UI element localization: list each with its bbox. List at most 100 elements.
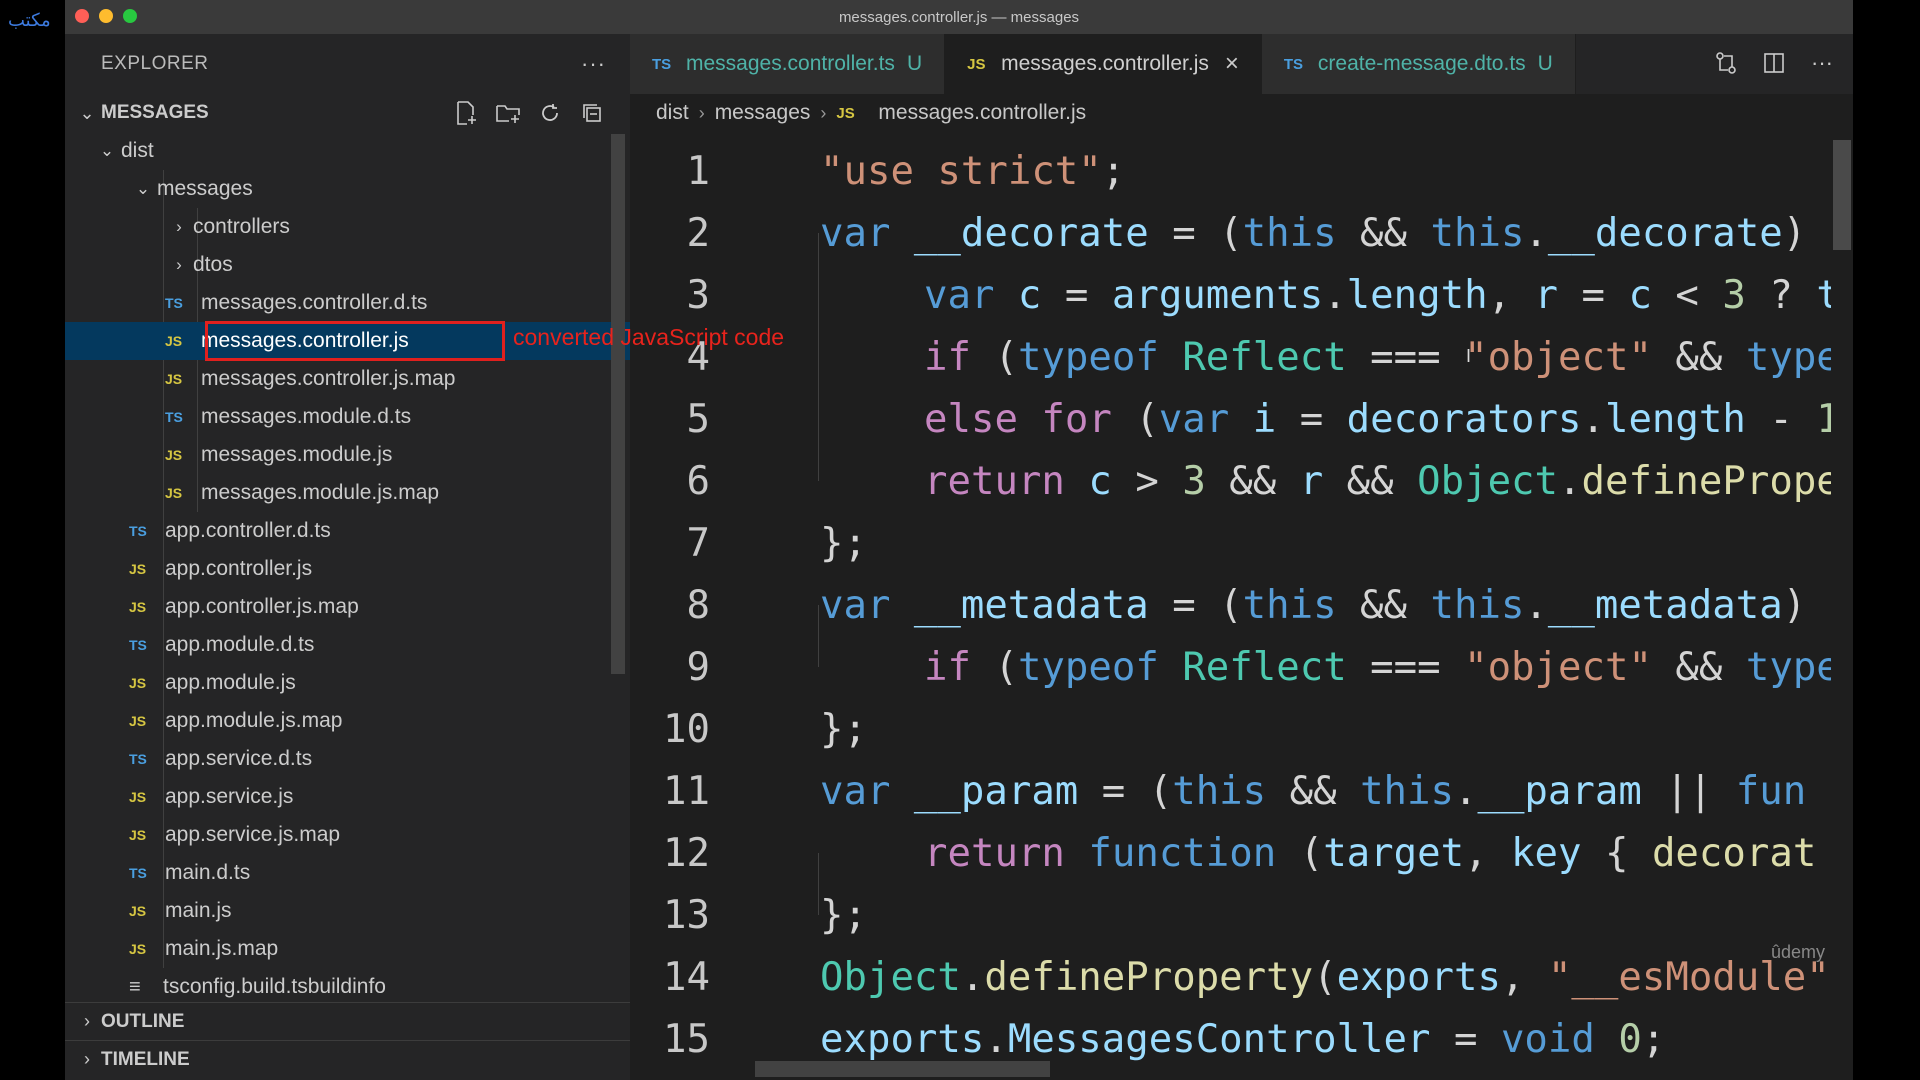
code-line[interactable]: 2 var __decorate = (this && this.__decora…: [630, 202, 1853, 264]
code-line[interactable]: 5 else for (var i = decorators.length - 1: [630, 388, 1853, 450]
code-line[interactable]: 7};: [630, 512, 1853, 574]
tree-file[interactable]: JS main.js.map: [65, 930, 630, 968]
tree-file[interactable]: TS messages.module.d.ts: [65, 398, 630, 436]
ts-file-icon: TS: [129, 865, 147, 881]
close-tab-icon[interactable]: ×: [1225, 50, 1239, 78]
tree-folder-controllers[interactable]: › controllers: [65, 208, 630, 246]
tree-file[interactable]: TS messages.controller.d.ts: [65, 284, 630, 322]
line-number: 1: [686, 148, 710, 194]
code-text: };: [820, 521, 867, 566]
tree-file[interactable]: JS app.module.js: [65, 664, 630, 702]
code-line[interactable]: 13};: [630, 884, 1853, 946]
code-token: "use strict": [820, 148, 1102, 194]
tree-file[interactable]: TS app.controller.d.ts: [65, 512, 630, 550]
tree-folder-dist[interactable]: ⌄ dist: [65, 132, 630, 170]
file-label: app.module.d.ts: [165, 633, 315, 656]
code-token: function: [1088, 830, 1300, 876]
tree-file[interactable]: TS app.service.d.ts: [65, 740, 630, 778]
tree-file[interactable]: JS app.service.js.map: [65, 816, 630, 854]
breadcrumb-item[interactable]: messages: [715, 101, 811, 125]
timeline-section-header[interactable]: › TIMELINE: [65, 1040, 630, 1078]
code-line[interactable]: 14 Object.defineProperty(exports, "__esMo…: [630, 946, 1853, 1008]
compare-changes-icon[interactable]: [1713, 50, 1739, 76]
tab-create-message-dto-ts[interactable]: TS create-message.dto.ts U: [1261, 34, 1576, 94]
code-line[interactable]: 10};: [630, 698, 1853, 760]
code-line[interactable]: 3 var c = arguments.length, r = c < 3 ? t: [630, 264, 1853, 326]
tree-file-selected[interactable]: JS messages.controller.js converted Java…: [65, 321, 784, 361]
tree-file[interactable]: JS messages.controller.js.map: [65, 360, 630, 398]
tree-file[interactable]: JS app.service.js: [65, 778, 630, 816]
code-token: r: [1534, 272, 1559, 318]
code-line[interactable]: 11 var __param = (this && this.__param ||…: [630, 760, 1853, 822]
code-token: var: [820, 582, 914, 628]
ts-file-icon: TS: [129, 637, 147, 653]
code-text: "use strict";: [820, 149, 1149, 194]
code-line[interactable]: 8 var __metadata = (this && this.__metada…: [630, 574, 1853, 636]
code-token: Reflect: [1182, 334, 1347, 380]
breadcrumb-item[interactable]: messages.controller.js: [878, 101, 1086, 125]
line-number: 5: [686, 396, 710, 442]
code-token: Object: [1417, 458, 1559, 504]
js-file-icon: JS: [129, 789, 147, 805]
new-file-icon[interactable]: [452, 100, 480, 126]
tab-messages-controller-ts[interactable]: TS messages.controller.ts U: [630, 34, 946, 94]
code-editor[interactable]: 1 "use strict"; 2 var __decorate = (this &…: [630, 140, 1853, 1080]
more-actions-icon[interactable]: ···: [1809, 50, 1835, 76]
code-text: var c = arguments.length, r = c < 3 ? t: [924, 273, 1840, 318]
tree-file[interactable]: TS app.module.d.ts: [65, 626, 630, 664]
breadcrumb-item[interactable]: dist: [656, 101, 689, 125]
code-line[interactable]: 12 return function (target, key { decorat: [630, 822, 1853, 884]
workspace-section-header[interactable]: ⌄ MESSAGES: [65, 94, 630, 132]
code-line[interactable]: 1 "use strict";: [630, 140, 1853, 202]
sidebar-scrollbar[interactable]: [611, 134, 625, 674]
code-text: Object.defineProperty(exports, "__esModu…: [820, 955, 1830, 1000]
code-token: Reflect: [1182, 644, 1347, 690]
code-line[interactable]: 4 if (typeof Reflect === "object" && type: [630, 326, 1853, 388]
tree-file[interactable]: JS app.controller.js: [65, 550, 630, 588]
tree-file[interactable]: ≡ tsconfig.build.tsbuildinfo: [65, 968, 630, 1006]
tree-file[interactable]: JS messages.module.js.map: [65, 474, 630, 512]
code-token: exports: [820, 1016, 985, 1062]
line-number: 11: [663, 768, 710, 814]
js-file-icon: JS: [165, 371, 183, 387]
code-token: .: [1323, 272, 1347, 318]
tree-file[interactable]: JS messages.module.js: [65, 436, 630, 474]
maximize-window-button[interactable]: [123, 9, 137, 23]
tree-file[interactable]: JS main.js: [65, 892, 630, 930]
refresh-icon[interactable]: [536, 100, 564, 126]
editor-horizontal-scrollbar[interactable]: [755, 1061, 1050, 1077]
collapse-all-icon[interactable]: [578, 100, 606, 126]
code-token: =: [1041, 272, 1112, 318]
code-token: __param: [1477, 768, 1642, 814]
folder-label: controllers: [193, 215, 290, 238]
code-text: return c > 3 && r && Object.defineProper…: [924, 459, 1853, 504]
tree-file[interactable]: TS main.d.ts: [65, 854, 630, 892]
tab-messages-controller-js[interactable]: JS messages.controller.js ×: [945, 34, 1262, 94]
ts-file-icon: TS: [129, 751, 147, 767]
tree-folder-dtos[interactable]: › dtos: [65, 246, 630, 284]
code-text: exports.MessagesController = void 0;: [820, 1017, 1665, 1062]
split-editor-icon[interactable]: [1761, 50, 1787, 76]
code-token: this: [1430, 582, 1525, 628]
minimize-window-button[interactable]: [99, 9, 113, 23]
js-file-icon: JS: [836, 104, 855, 122]
code-token: ): [1782, 582, 1807, 628]
tree-file[interactable]: JS app.controller.js.map: [65, 588, 630, 626]
close-window-button[interactable]: [75, 9, 89, 23]
code-token: &&: [1205, 458, 1300, 504]
code-token: =: [1276, 396, 1347, 442]
new-folder-icon[interactable]: [494, 100, 522, 126]
tree-folder-messages[interactable]: ⌄ messages: [65, 170, 630, 208]
more-actions-icon[interactable]: ···: [581, 51, 606, 77]
outline-section-header[interactable]: › OUTLINE: [65, 1002, 630, 1040]
tree-file[interactable]: JS app.module.js.map: [65, 702, 630, 740]
code-line[interactable]: 6 return c > 3 && r && Object.definePrope…: [630, 450, 1853, 512]
file-label: main.js: [165, 899, 232, 922]
code-token: =: [1430, 1016, 1501, 1062]
text-file-icon: ≡: [129, 975, 141, 998]
editor-vertical-scrollbar[interactable]: [1831, 140, 1853, 1080]
code-line[interactable]: 9 if (typeof Reflect === "object" && type: [630, 636, 1853, 698]
scrollbar-thumb[interactable]: [1833, 140, 1851, 250]
file-label: messages.module.d.ts: [201, 405, 412, 428]
code-token: (: [1299, 830, 1324, 876]
